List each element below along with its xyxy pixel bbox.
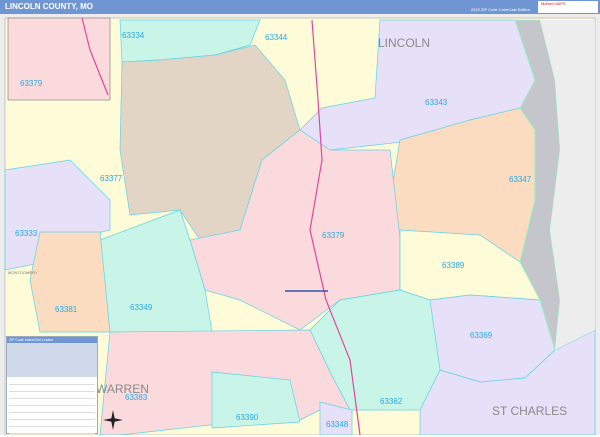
zip-label: 63362 [380,397,403,406]
zip-label: 63377 [100,174,123,183]
zip-label: 63369 [470,331,493,340]
zip-label: 63344 [265,33,288,42]
zip-label: 63381 [55,305,78,314]
zip-label: 63347 [509,175,532,184]
logo: Market MAPS [538,1,598,13]
inset-zip-label: 63379 [20,79,43,88]
zip-label: 63390 [236,413,259,422]
zip-index-table [7,343,97,377]
zip-label: 63349 [130,303,153,312]
legend-keys [7,377,97,437]
legend-panel: ZIP Code Index/Grid Locator [6,336,98,434]
zip-label: 63379 [322,231,345,240]
county-label-st-charles: ST CHARLES [492,404,567,418]
zip-label: 63333 [15,229,38,238]
county-label-montgomery: MONTGOMERY [8,270,38,275]
zip-label: 63348 [326,420,349,429]
zip-label: 63389 [442,261,465,270]
inset-map[interactable]: 63379 [7,17,111,101]
map-title: LINCOLN COUNTY, MO [5,2,93,11]
title-bar: LINCOLN COUNTY, MO 2022 ZIP Code ColorCa… [0,0,600,14]
zip-area-63381[interactable] [29,231,111,333]
zip-label: 63383 [125,393,148,402]
zip-label: 63334 [122,31,145,40]
zip-label: 63343 [425,98,448,107]
county-label-lincoln: LINCOLN [378,36,430,50]
edition-label: 2022 ZIP Code ColorCast Edition [470,7,530,12]
